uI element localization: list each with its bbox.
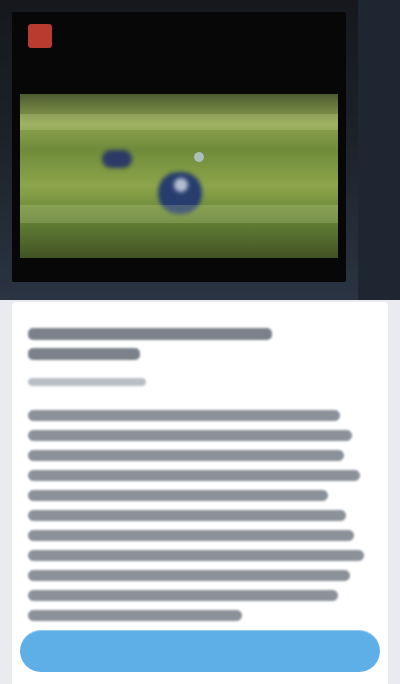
body-line: [28, 610, 242, 621]
article-title-line-1: [28, 328, 272, 340]
article-title-line-2: [28, 348, 140, 360]
video-player[interactable]: [12, 12, 346, 282]
body-line: [28, 470, 360, 481]
body-line: [28, 550, 364, 561]
video-thumbnail: [20, 94, 338, 258]
video-player-figure-center: [158, 172, 202, 214]
video-player-figure-left: [102, 150, 132, 168]
article-body: [28, 410, 368, 630]
body-line: [28, 410, 340, 421]
body-line: [28, 430, 352, 441]
body-line: [28, 450, 344, 461]
article-meta: [28, 378, 146, 386]
body-line: [28, 570, 350, 581]
channel-logo-icon: [28, 24, 52, 48]
body-line: [28, 510, 346, 521]
right-side-panel: [358, 0, 400, 300]
article-title: [28, 328, 278, 368]
article-panel: [12, 302, 388, 684]
app-screen: [0, 0, 400, 684]
body-line: [28, 590, 338, 601]
video-ball: [194, 152, 204, 162]
body-line: [28, 530, 354, 541]
body-line: [28, 490, 328, 501]
primary-action-button[interactable]: [20, 630, 380, 672]
